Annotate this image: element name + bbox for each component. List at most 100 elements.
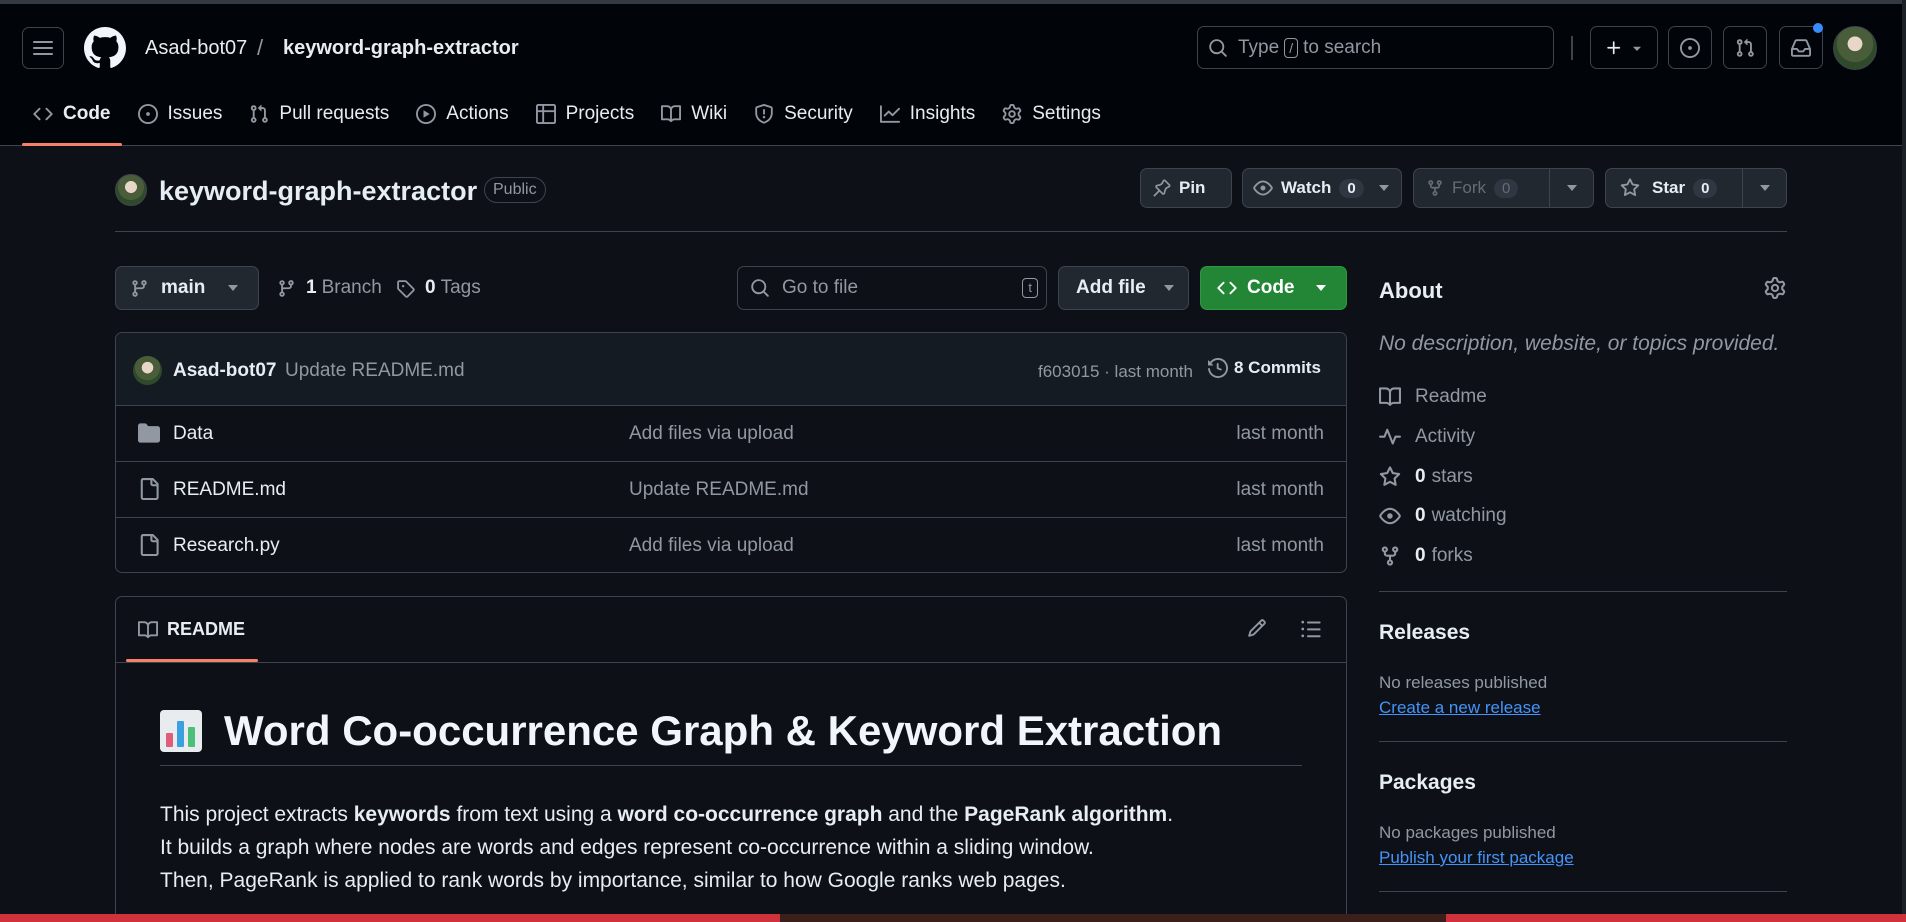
tab-insights[interactable]: Insights [869, 96, 986, 132]
readme-tab[interactable]: README [138, 619, 245, 640]
chevron-down-icon [1315, 284, 1327, 292]
pencil-icon[interactable] [1247, 618, 1267, 638]
desktop-background-strip [0, 914, 1906, 922]
file-icon [138, 478, 160, 500]
pin-button[interactable]: Pin [1140, 168, 1232, 208]
forks-count: 0 [1415, 545, 1426, 566]
readme-paragraph: This project extracts keywords from text… [160, 798, 1310, 897]
hamburger-icon [33, 40, 53, 56]
publish-package-link[interactable]: Publish your first package [1379, 848, 1574, 868]
breadcrumb-repo[interactable]: keyword-graph-extractor [283, 37, 519, 60]
file-name[interactable]: Research.py [173, 535, 280, 557]
file-table: Asad-bot07 Update README.md f603015 · la… [115, 332, 1347, 573]
packages-heading[interactable]: Packages [1379, 771, 1476, 795]
desktop-background-dark [780, 914, 1446, 922]
outline-list-icon[interactable] [1300, 618, 1322, 640]
create-release-link[interactable]: Create a new release [1379, 698, 1541, 718]
text: This project extracts [160, 803, 354, 826]
pull-requests-button[interactable] [1723, 26, 1767, 69]
file-name[interactable]: README.md [173, 479, 286, 501]
readme-line-2: It builds a graph where nodes are words … [160, 836, 1094, 859]
stars-link[interactable]: 0 stars [1379, 466, 1473, 488]
gear-icon[interactable] [1764, 277, 1786, 299]
watching-count: 0 [1415, 505, 1426, 526]
notification-dot [1813, 23, 1823, 33]
create-new-button[interactable] [1590, 26, 1658, 69]
go-to-file-input[interactable]: Go to file t [737, 266, 1047, 310]
commits-count-label: 8 Commits [1234, 358, 1321, 377]
chevron-down-icon [1163, 284, 1175, 292]
file-date: last month [1236, 423, 1324, 444]
tab-pull-requests[interactable]: Pull requests [238, 96, 400, 132]
user-avatar[interactable] [1833, 26, 1877, 70]
sidebar-divider [1379, 591, 1787, 592]
tab-settings[interactable]: Settings [991, 96, 1112, 132]
packages-empty-text: No packages published [1379, 823, 1556, 842]
commit-hash-time[interactable]: f603015 · last month [1038, 362, 1193, 382]
activity-link[interactable]: Activity [1379, 426, 1475, 448]
tab-projects[interactable]: Projects [525, 96, 646, 132]
tab-security[interactable]: Security [743, 96, 864, 132]
issues-button[interactable] [1668, 26, 1712, 69]
header-divider [1571, 36, 1573, 60]
tab-code[interactable]: Code [22, 96, 122, 146]
fork-count: 0 [1494, 178, 1519, 198]
stars-label: stars [1431, 466, 1473, 487]
about-heading: About [1379, 278, 1443, 303]
watch-button[interactable]: Watch 0 [1242, 168, 1402, 208]
file-commit-message[interactable]: Add files via upload [629, 535, 794, 557]
chevron-down-icon [1566, 184, 1578, 192]
code-button-label: Code [1247, 277, 1295, 298]
star-button[interactable]: Star 0 [1605, 168, 1787, 208]
visibility-badge: Public [484, 177, 546, 203]
commit-message[interactable]: Update README.md [285, 360, 465, 382]
tags-link[interactable]: 0 Tags [396, 277, 481, 299]
tab-label: Issues [167, 103, 223, 124]
watch-label: Watch [1281, 178, 1332, 197]
file-commit-message[interactable]: Add files via upload [629, 423, 794, 445]
tag-count: 0 [425, 277, 436, 298]
file-commit-message[interactable]: Update README.md [629, 479, 809, 501]
fork-button[interactable]: Fork 0 [1413, 168, 1594, 208]
commit-author-avatar[interactable] [133, 356, 162, 385]
branches-link[interactable]: 1 Branch [277, 277, 382, 299]
readme-heading: Word Co-occurrence Graph & Keyword Extra… [160, 707, 1302, 766]
code-button[interactable]: Code [1200, 266, 1347, 310]
tab-wiki[interactable]: Wiki [650, 96, 738, 132]
readme-line-3: Then, PageRank is applied to rank words … [160, 869, 1066, 892]
add-file-button[interactable]: Add file [1058, 266, 1189, 310]
go-to-file-shortcut: t [1022, 278, 1038, 298]
commit-author[interactable]: Asad-bot07 [173, 360, 276, 382]
branch-name: main [161, 277, 206, 298]
breadcrumb-owner[interactable]: Asad-bot07 [145, 37, 247, 60]
readme-header: README [116, 597, 1346, 663]
file-row[interactable]: README.md Update README.md last month [116, 462, 1346, 518]
pin-label: Pin [1179, 178, 1206, 197]
tab-issues[interactable]: Issues [127, 96, 234, 132]
text: from text using a [450, 803, 618, 826]
search-prefix: Type [1238, 36, 1280, 58]
star-dropdown[interactable] [1742, 169, 1786, 207]
readme-link[interactable]: Readme [1379, 386, 1487, 408]
file-row[interactable]: Research.py Add files via upload last mo… [116, 518, 1346, 572]
eye-icon [1379, 505, 1401, 527]
branch-select[interactable]: main [115, 266, 259, 310]
search-icon [750, 278, 770, 298]
file-name[interactable]: Data [173, 423, 213, 445]
tab-actions[interactable]: Actions [405, 96, 519, 132]
file-row[interactable]: Data Add files via upload last month [116, 406, 1346, 462]
sidebar-divider [1379, 891, 1787, 892]
forks-link[interactable]: 0 forks [1379, 545, 1473, 567]
menu-button[interactable] [22, 27, 64, 69]
releases-heading[interactable]: Releases [1379, 621, 1470, 645]
github-logo-icon[interactable] [84, 27, 126, 69]
watching-link[interactable]: 0 watching [1379, 505, 1507, 527]
repo-name[interactable]: keyword-graph-extractor [159, 176, 477, 207]
commits-link[interactable]: 8 Commits [1208, 358, 1321, 378]
tab-label: Insights [909, 103, 976, 124]
search-input[interactable]: Type / to search [1197, 26, 1554, 69]
repo-owner-avatar[interactable] [115, 174, 147, 206]
chevron-down-icon [1378, 184, 1390, 192]
fork-dropdown[interactable] [1549, 169, 1593, 207]
file-date: last month [1236, 535, 1324, 556]
